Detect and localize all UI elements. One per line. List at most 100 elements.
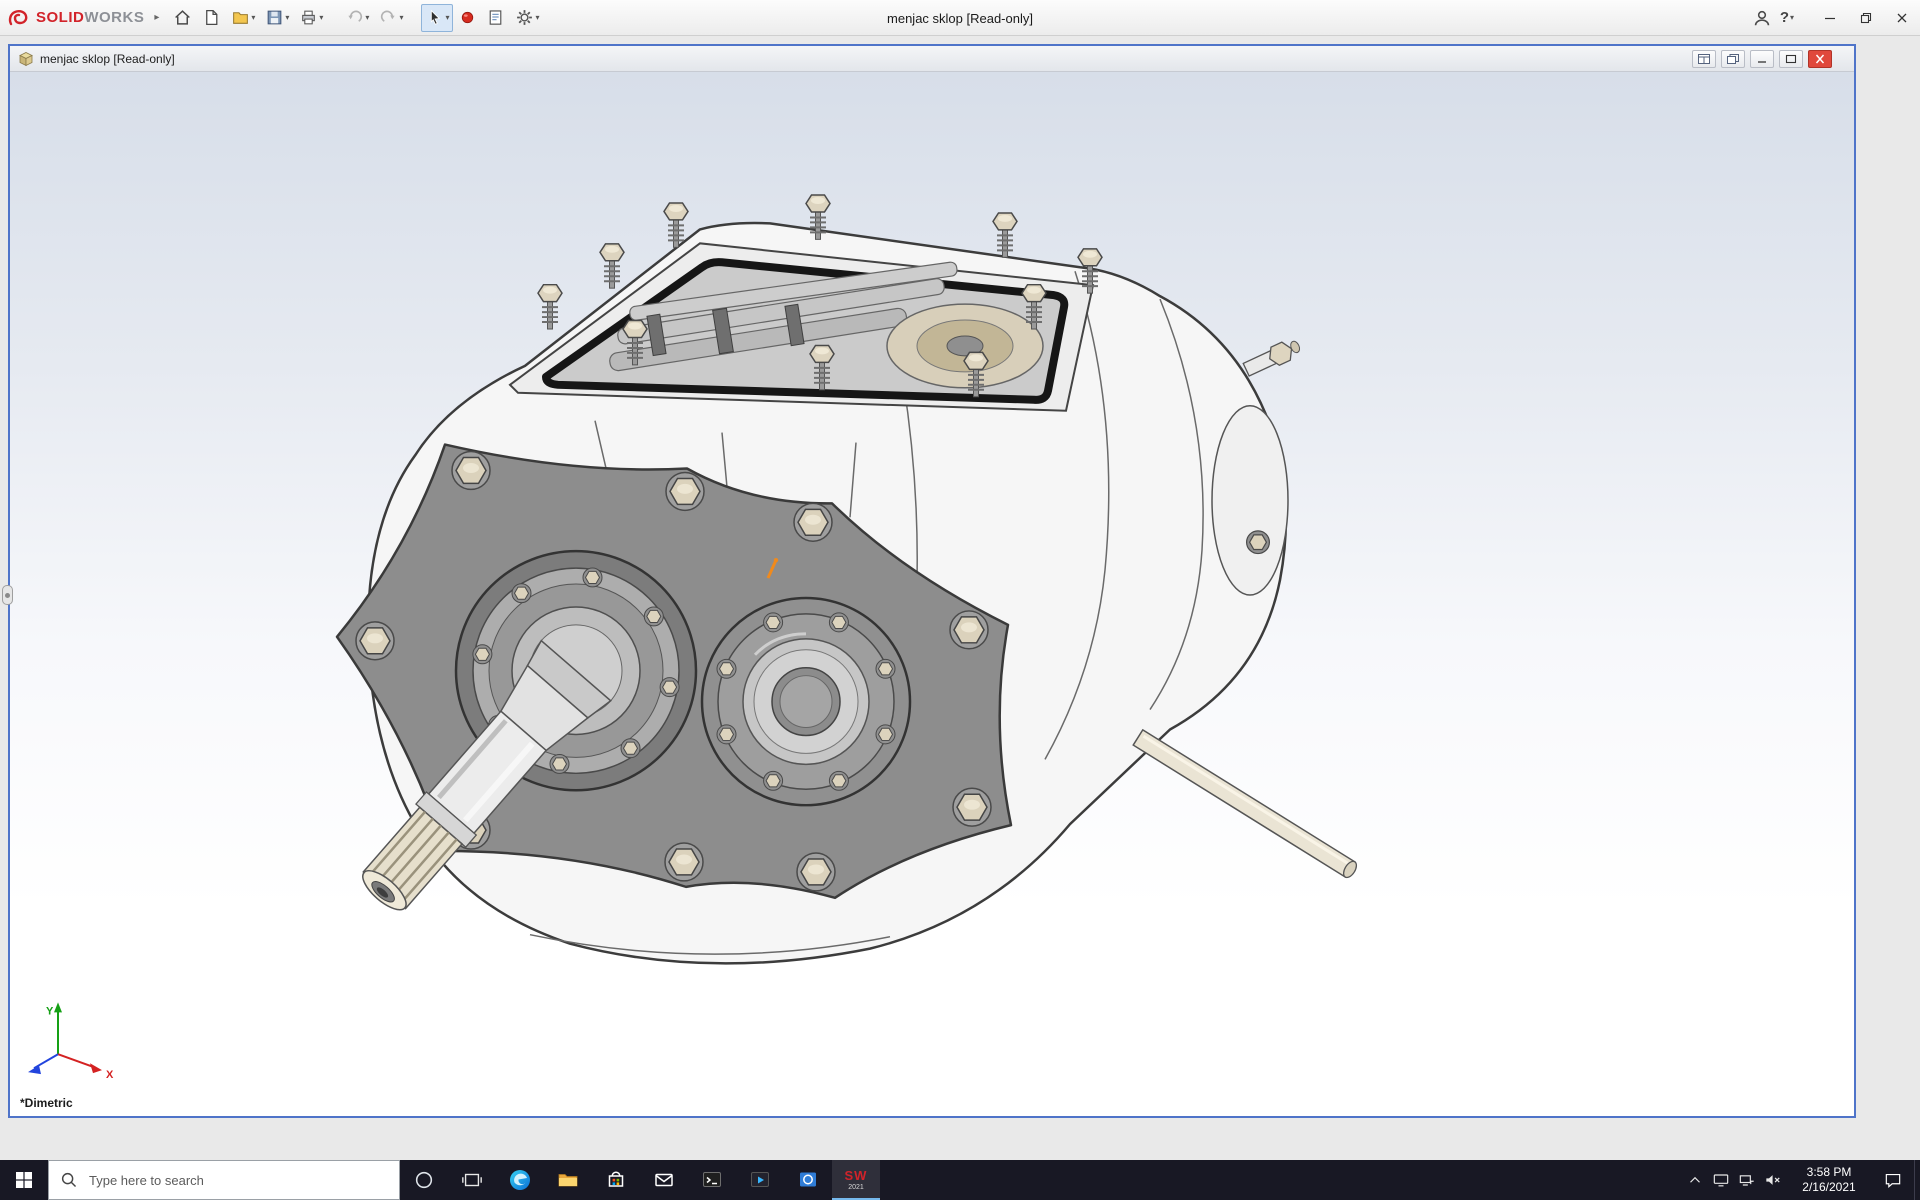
save-icon — [265, 8, 284, 27]
options-gear-icon — [515, 8, 534, 27]
display-icon — [1711, 1170, 1731, 1190]
open-button[interactable]: ▾ — [227, 4, 259, 32]
file-properties-button[interactable] — [482, 4, 509, 32]
mail-icon — [652, 1168, 676, 1192]
undo-button[interactable]: ▾ — [341, 4, 373, 32]
feature-panel-splitter[interactable] — [2, 585, 13, 605]
help-button[interactable]: ? ▾ — [1776, 4, 1798, 32]
sign-in-button[interactable] — [1748, 4, 1776, 32]
new-document-icon — [202, 8, 221, 27]
tile-window-icon — [1698, 54, 1710, 64]
solidworks-logo: SOLIDWORKS — [0, 8, 154, 28]
restore-icon — [1859, 11, 1873, 25]
orientation-triad: Y X — [28, 1002, 114, 1081]
cortana-icon — [413, 1169, 435, 1191]
doc-minimize-button[interactable] — [1750, 50, 1774, 68]
taskbar-clock[interactable]: 3:58 PM 2/16/2021 — [1786, 1165, 1872, 1195]
doc-tile-button-1[interactable] — [1692, 50, 1716, 68]
chevron-up-icon — [1686, 1171, 1704, 1189]
cortana-button[interactable] — [400, 1160, 448, 1200]
save-button[interactable]: ▾ — [261, 4, 293, 32]
close-button[interactable] — [1884, 0, 1920, 36]
hidden-icons-button[interactable] — [1682, 1160, 1708, 1200]
file-explorer-icon — [556, 1168, 580, 1192]
network-icon — [1737, 1170, 1757, 1190]
triad-x-label: X — [106, 1069, 114, 1081]
save-caret[interactable]: ▾ — [285, 14, 289, 22]
volume-muted-icon — [1763, 1170, 1783, 1190]
document-titlebar[interactable]: menjac sklop [Read-only] — [10, 46, 1854, 72]
document-window: menjac sklop [Read-only] — [8, 44, 1856, 1118]
edge-icon — [508, 1168, 532, 1192]
redo-icon — [379, 8, 398, 27]
triad-y-label: Y — [46, 1005, 54, 1017]
red-ball-button[interactable] — [455, 4, 480, 32]
undo-icon — [345, 8, 364, 27]
output-rod[interactable] — [1133, 730, 1359, 880]
window-title: menjac sklop [Read-only] — [887, 0, 1033, 36]
document-title: menjac sklop [Read-only] — [40, 52, 175, 66]
gearbox-model[interactable]: Y X — [10, 72, 1854, 1116]
minimize-button[interactable] — [1812, 0, 1848, 36]
doc-minimize-icon — [1756, 54, 1768, 64]
home-icon — [173, 8, 192, 27]
close-icon — [1895, 11, 1909, 25]
file-properties-icon — [486, 8, 505, 27]
terminal-icon — [700, 1168, 724, 1192]
doc-restore-button[interactable] — [1779, 50, 1803, 68]
brand-text: SOLIDWORKS — [36, 9, 144, 26]
options-caret[interactable]: ▾ — [535, 14, 539, 22]
select-tool-caret[interactable]: ▾ — [445, 14, 449, 22]
doc-tile-button-2[interactable] — [1721, 50, 1745, 68]
3d-viewport[interactable]: Y X *Dimetric — [10, 72, 1854, 1116]
task-view-button[interactable] — [448, 1160, 496, 1200]
taskbar-photos-button[interactable] — [784, 1160, 832, 1200]
minimize-icon — [1823, 11, 1837, 25]
taskbar-solidworks-button[interactable]: SW 2021 — [832, 1160, 880, 1200]
task-view-icon — [461, 1169, 483, 1191]
photos-icon — [796, 1168, 820, 1192]
print-caret[interactable]: ▾ — [319, 14, 323, 22]
tray-volume-button[interactable] — [1760, 1160, 1786, 1200]
taskbar-terminal-button[interactable] — [688, 1160, 736, 1200]
clock-time: 3:58 PM — [1786, 1165, 1872, 1180]
tail-end-cap — [1212, 406, 1288, 595]
new-document-button[interactable] — [198, 4, 225, 32]
microsoft-store-icon — [604, 1168, 628, 1192]
redo-button[interactable]: ▾ — [375, 4, 407, 32]
search-input[interactable] — [89, 1173, 369, 1188]
tray-display-button[interactable] — [1708, 1160, 1734, 1200]
print-button[interactable]: ▾ — [295, 4, 327, 32]
action-center-button[interactable] — [1872, 1160, 1914, 1200]
taskbar-mail-button[interactable] — [640, 1160, 688, 1200]
doc-close-button[interactable] — [1808, 50, 1832, 68]
taskbar-store-button[interactable] — [592, 1160, 640, 1200]
tray-network-button[interactable] — [1734, 1160, 1760, 1200]
ds-logo-icon — [8, 8, 32, 28]
undo-caret[interactable]: ▾ — [365, 14, 369, 22]
menu-expand-arrow[interactable]: ▸ — [154, 12, 159, 23]
view-orientation-label: *Dimetric — [20, 1096, 73, 1110]
taskbar-edge-button[interactable] — [496, 1160, 544, 1200]
help-caret[interactable]: ▾ — [1790, 14, 1794, 22]
windows-logo-icon — [15, 1171, 33, 1189]
taskbar-file-explorer-button[interactable] — [544, 1160, 592, 1200]
doc-close-icon — [1814, 54, 1826, 64]
assembly-cube-icon — [18, 51, 34, 67]
show-desktop-button[interactable] — [1914, 1160, 1920, 1200]
redo-caret[interactable]: ▾ — [399, 14, 403, 22]
app-titlebar: SOLIDWORKS ▸ ▾ ▾ ▾ ▾ ▾ — [0, 0, 1920, 36]
restore-button[interactable] — [1848, 0, 1884, 36]
output-bearing-cover[interactable] — [702, 598, 910, 805]
select-tool-button[interactable]: ▾ — [421, 4, 453, 32]
action-center-icon — [1883, 1170, 1903, 1190]
open-caret[interactable]: ▾ — [251, 14, 255, 22]
clock-date: 2/16/2021 — [1786, 1180, 1872, 1195]
taskbar-search[interactable] — [48, 1160, 400, 1200]
doc-restore-icon — [1785, 54, 1797, 64]
start-button[interactable] — [0, 1160, 48, 1200]
home-button[interactable] — [169, 4, 196, 32]
taskbar-movies-button[interactable] — [736, 1160, 784, 1200]
cascade-window-icon — [1727, 54, 1739, 64]
options-button[interactable]: ▾ — [511, 4, 543, 32]
